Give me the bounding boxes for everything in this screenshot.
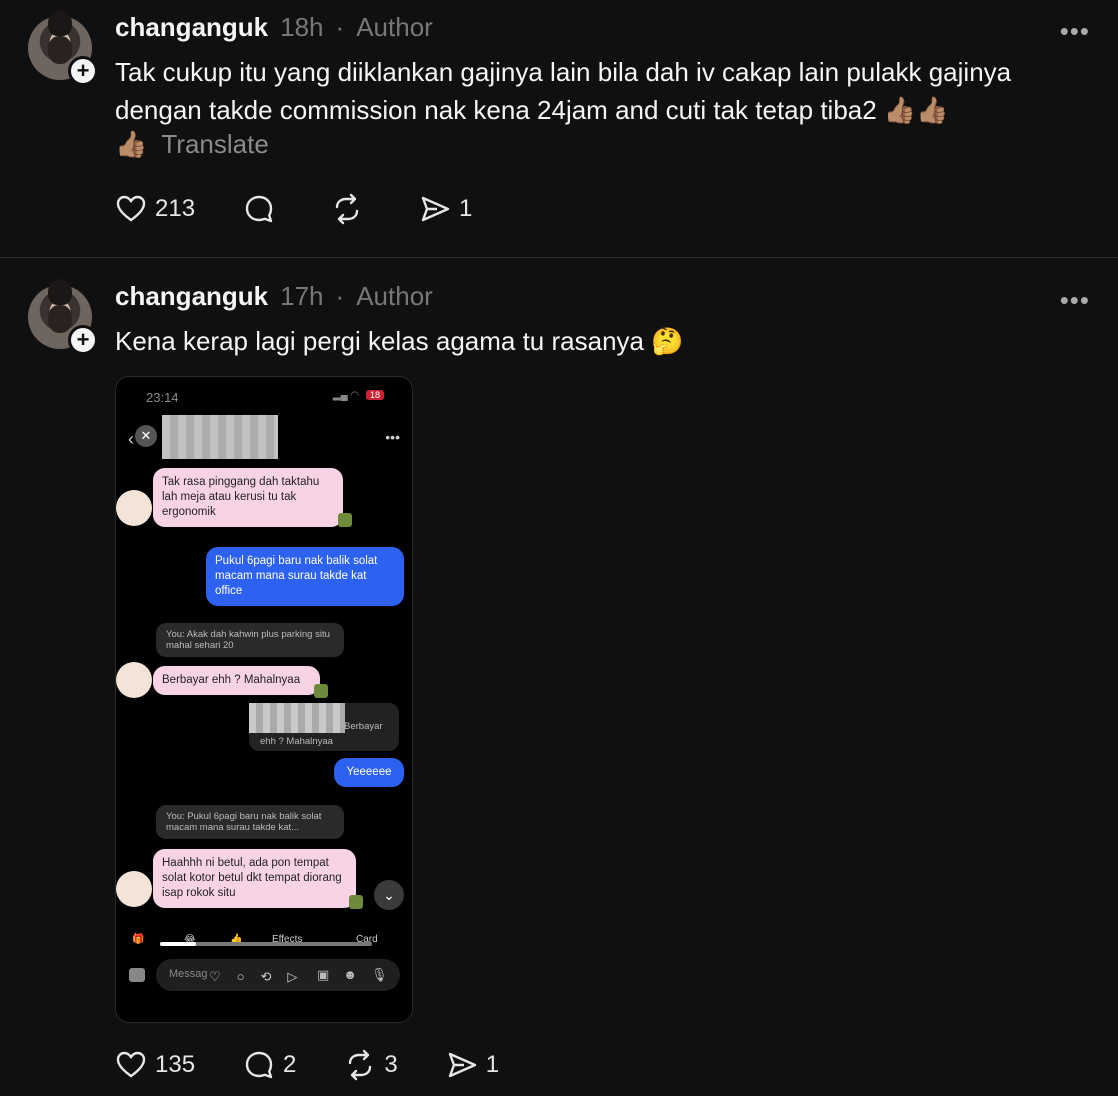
video-scrubber bbox=[160, 942, 372, 946]
message-placeholder: Messag bbox=[169, 968, 208, 980]
message-bubble-outgoing: Yeeeeee bbox=[334, 758, 404, 787]
reaction-sticker bbox=[338, 513, 352, 527]
repost-button[interactable]: 3 bbox=[344, 1049, 398, 1081]
follow-plus-icon[interactable]: + bbox=[68, 325, 98, 355]
send-icon: ▷ bbox=[287, 969, 298, 984]
post-meta: changanguk 17h · Author bbox=[115, 281, 433, 312]
repost-button[interactable] bbox=[331, 193, 371, 225]
contact-avatar bbox=[116, 871, 152, 907]
post-text: Tak cukup itu yang diiklankan gajinya la… bbox=[115, 57, 1012, 125]
reaction-sticker bbox=[314, 684, 328, 698]
reaction-sticker bbox=[349, 895, 363, 909]
comment-icon bbox=[245, 1051, 273, 1079]
action-bar: 135 2 3 1 bbox=[115, 1049, 547, 1081]
input-right-icons: ▣ ☻ 🎙 bbox=[317, 967, 388, 983]
reply-context: You: Pukul 6pagi baru nak balik solat ma… bbox=[156, 805, 344, 839]
status-time: 23:14 bbox=[146, 390, 179, 405]
comment-icon: ○ bbox=[236, 969, 245, 984]
quote-text-2: ehh ? Mahalnyaa bbox=[260, 736, 333, 747]
send-icon bbox=[448, 1052, 476, 1078]
avatar[interactable]: + bbox=[28, 279, 98, 355]
thread-post: + changanguk 18h · Author ••• Tak cukup … bbox=[0, 0, 1118, 258]
sticker-icon: ☻ bbox=[343, 967, 357, 982]
translate-row: 👍🏽 Translate bbox=[115, 129, 269, 160]
more-options-icon[interactable]: ••• bbox=[1060, 16, 1090, 47]
overlay-action-icons: ♡ ○ ⟲ ▷ bbox=[209, 969, 297, 985]
battery-indicator: 18 bbox=[365, 390, 384, 400]
share-button[interactable]: 1 bbox=[419, 193, 472, 225]
translate-link[interactable]: Translate bbox=[161, 129, 268, 160]
back-arrow-icon: ‹ bbox=[128, 429, 134, 449]
author-label: Author bbox=[356, 12, 433, 42]
mic-icon: 🎙 bbox=[370, 967, 388, 982]
quote-text-1: Berbayar bbox=[344, 721, 383, 732]
chevron-down-icon: ⌄ bbox=[374, 880, 404, 910]
message-bubble-outgoing: Pukul 6pagi baru nak balik solat macam m… bbox=[206, 547, 404, 606]
reply-button[interactable] bbox=[243, 193, 283, 225]
avatar[interactable]: + bbox=[28, 10, 98, 86]
close-icon: ✕ bbox=[135, 425, 157, 447]
share-count: 1 bbox=[485, 1051, 500, 1078]
post-meta: changanguk 18h · Author bbox=[115, 12, 433, 43]
gallery-icon: ▣ bbox=[317, 967, 330, 982]
separator: · bbox=[335, 281, 345, 311]
action-bar: 213 1 bbox=[115, 193, 520, 225]
username[interactable]: changanguk bbox=[115, 281, 268, 312]
like-button[interactable]: 135 bbox=[115, 1049, 195, 1081]
heart-icon bbox=[116, 195, 146, 222]
gift-icon: 🎁 bbox=[132, 934, 145, 945]
follow-plus-icon[interactable]: + bbox=[68, 56, 98, 86]
repost-icon bbox=[335, 193, 359, 225]
more-options-icon[interactable]: ••• bbox=[1060, 285, 1090, 316]
like-count: 135 bbox=[155, 1051, 196, 1078]
thumbs-up-emoji: 👍🏽 bbox=[115, 129, 148, 159]
message-bubble-incoming: Haahhh ni betul, ada pon tempat solat ko… bbox=[153, 849, 356, 908]
contact-avatar bbox=[116, 662, 152, 698]
quoted-reply: Berbayar ehh ? Mahalnyaa bbox=[249, 703, 399, 751]
send-icon bbox=[421, 196, 450, 222]
chat-more-icon: ••• bbox=[385, 429, 400, 445]
comment-icon bbox=[245, 195, 273, 223]
heart-icon: ♡ bbox=[209, 969, 221, 984]
timestamp: 18h bbox=[280, 12, 324, 42]
thread-post: + changanguk 17h · Author ••• Kena kerap… bbox=[0, 259, 1118, 1096]
contact-avatar bbox=[116, 490, 152, 526]
like-button[interactable]: 213 bbox=[115, 193, 195, 225]
author-label: Author bbox=[356, 281, 433, 311]
message-bubble-incoming: Tak rasa pinggang dah taktahu lah meja a… bbox=[153, 468, 343, 527]
reply-count: 2 bbox=[283, 1051, 297, 1078]
post-text: Kena kerap lagi pergi kelas agama tu ras… bbox=[115, 326, 684, 356]
heart-icon bbox=[116, 1051, 146, 1078]
repost-icon: ⟲ bbox=[260, 969, 272, 984]
repost-icon bbox=[349, 1049, 372, 1081]
share-button[interactable]: 1 bbox=[446, 1049, 499, 1081]
message-bubble-incoming: Berbayar ehh ? Mahalnyaa bbox=[153, 666, 320, 695]
status-icons: ▂▄ ◠ 18 bbox=[333, 390, 384, 401]
separator: · bbox=[335, 12, 345, 42]
attached-screenshot[interactable]: 23:14 ▂▄ ◠ 18 ‹ ✕ ••• Tak rasa pinggang … bbox=[115, 376, 413, 1023]
share-count: 1 bbox=[459, 195, 473, 222]
reply-button[interactable]: 2 bbox=[243, 1049, 296, 1081]
like-count: 213 bbox=[155, 195, 196, 222]
reply-context: You: Akak dah kahwin plus parking situ m… bbox=[156, 623, 344, 657]
camera-icon bbox=[129, 968, 145, 982]
username[interactable]: changanguk bbox=[115, 12, 268, 43]
timestamp: 17h bbox=[280, 281, 324, 311]
blurred-contact-name bbox=[162, 415, 278, 459]
blurred-quote bbox=[249, 703, 345, 733]
repost-count: 3 bbox=[384, 1051, 398, 1078]
reaction-toolbar: 🎁 😂 👍 Effects Card bbox=[124, 930, 412, 952]
